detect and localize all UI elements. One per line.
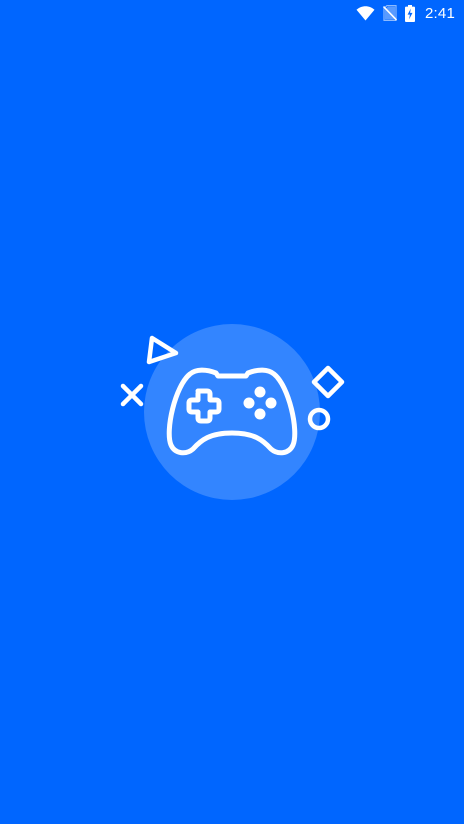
status-time: 2:41: [425, 4, 455, 22]
cross-symbol-icon: [120, 383, 144, 407]
splash-illustration: [120, 324, 345, 500]
no-sim-icon: [383, 5, 397, 21]
diamond-symbol-icon: [311, 365, 345, 399]
splash-screen: 2:41: [0, 0, 464, 824]
wifi-icon: [356, 5, 375, 21]
battery-charging-icon: [405, 4, 415, 22]
status-icons: 2:41: [356, 3, 455, 23]
status-bar: 2:41: [0, 0, 464, 26]
